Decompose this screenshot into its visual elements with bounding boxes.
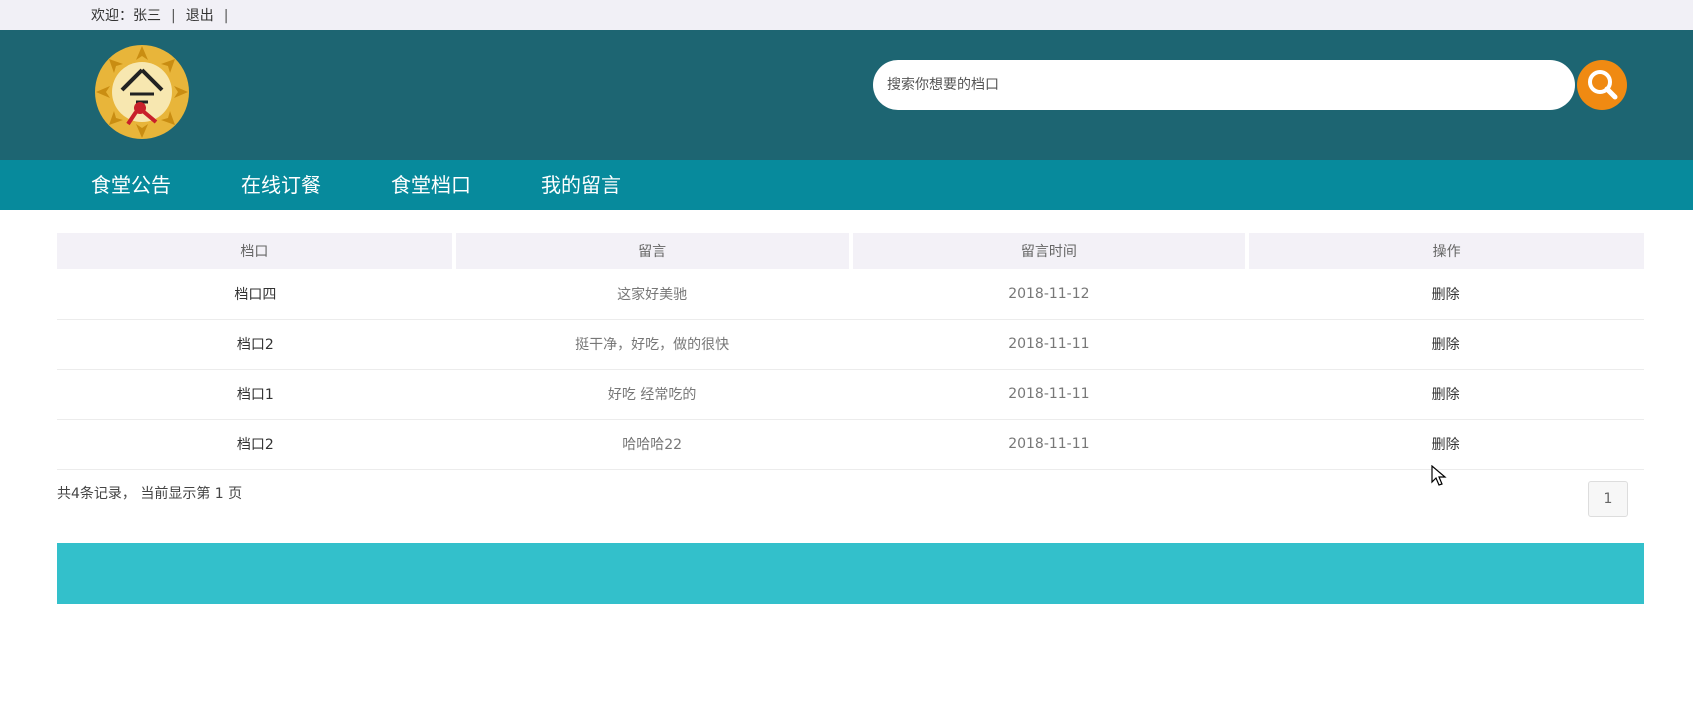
messages-table: 档口 留言 留言时间 操作 档口四 这家好美驰 2018-11-12 删除 档口…	[57, 233, 1644, 470]
top-bar: 欢迎：张三 | 退出 |	[0, 0, 1693, 30]
column-header-time: 留言时间	[850, 233, 1250, 269]
footer	[57, 543, 1644, 604]
search-button[interactable]	[1577, 60, 1627, 110]
delete-link[interactable]: 删除	[1247, 369, 1644, 420]
time-cell: 2018-11-11	[850, 319, 1248, 370]
welcome-area: 欢迎：张三 | 退出 |	[91, 5, 238, 25]
canteen-logo-icon	[92, 42, 192, 142]
delete-link[interactable]: 删除	[1247, 319, 1644, 370]
message-cell: 这家好美驰	[453, 269, 851, 320]
nav-item-stalls[interactable]: 食堂档口	[391, 160, 471, 210]
separator: |	[171, 8, 176, 24]
search-icon	[1588, 70, 1618, 100]
column-header-message: 留言	[453, 233, 853, 269]
column-header-action: 操作	[1247, 233, 1644, 269]
nav-item-announcements[interactable]: 食堂公告	[91, 160, 171, 210]
table-row: 档口2 挺干净，好吃，做的很快 2018-11-11 删除	[57, 319, 1644, 370]
time-cell: 2018-11-12	[850, 269, 1248, 320]
table-row: 档口四 这家好美驰 2018-11-12 删除	[57, 269, 1644, 320]
message-cell: 好吃 经常吃的	[453, 369, 851, 420]
logout-link[interactable]: 退出	[186, 8, 214, 24]
separator: |	[223, 8, 229, 24]
nav-item-online-order[interactable]: 在线订餐	[241, 160, 321, 210]
message-cell: 挺干净，好吃，做的很快	[453, 319, 851, 370]
time-cell: 2018-11-11	[850, 369, 1248, 420]
delete-link[interactable]: 删除	[1247, 419, 1644, 470]
stall-cell: 档口2	[57, 319, 454, 370]
mouse-pointer-icon	[1431, 464, 1447, 487]
page-button-1[interactable]: 1	[1588, 481, 1628, 517]
table-row: 档口1 好吃 经常吃的 2018-11-11 删除	[57, 369, 1644, 420]
pagination-summary: 共4条记录， 当前显示第 1 页	[57, 486, 243, 502]
message-cell: 哈哈哈22	[453, 419, 851, 470]
stall-cell: 档口四	[57, 269, 454, 320]
stall-cell: 档口1	[57, 369, 454, 420]
delete-link[interactable]: 删除	[1247, 269, 1644, 320]
nav-item-my-messages[interactable]: 我的留言	[541, 160, 621, 210]
header	[0, 30, 1693, 160]
table-header-row: 档口 留言 留言时间 操作	[57, 233, 1644, 269]
stall-cell: 档口2	[57, 419, 454, 470]
search-input[interactable]	[887, 60, 1557, 110]
welcome-label: 欢迎：	[91, 8, 133, 24]
table-row: 档口2 哈哈哈22 2018-11-11 删除	[57, 419, 1644, 470]
time-cell: 2018-11-11	[850, 419, 1248, 470]
column-header-stall: 档口	[57, 233, 456, 269]
username: 张三	[133, 8, 161, 24]
search-box	[873, 60, 1575, 110]
main-nav: 食堂公告 在线订餐 食堂档口 我的留言	[0, 160, 1693, 210]
